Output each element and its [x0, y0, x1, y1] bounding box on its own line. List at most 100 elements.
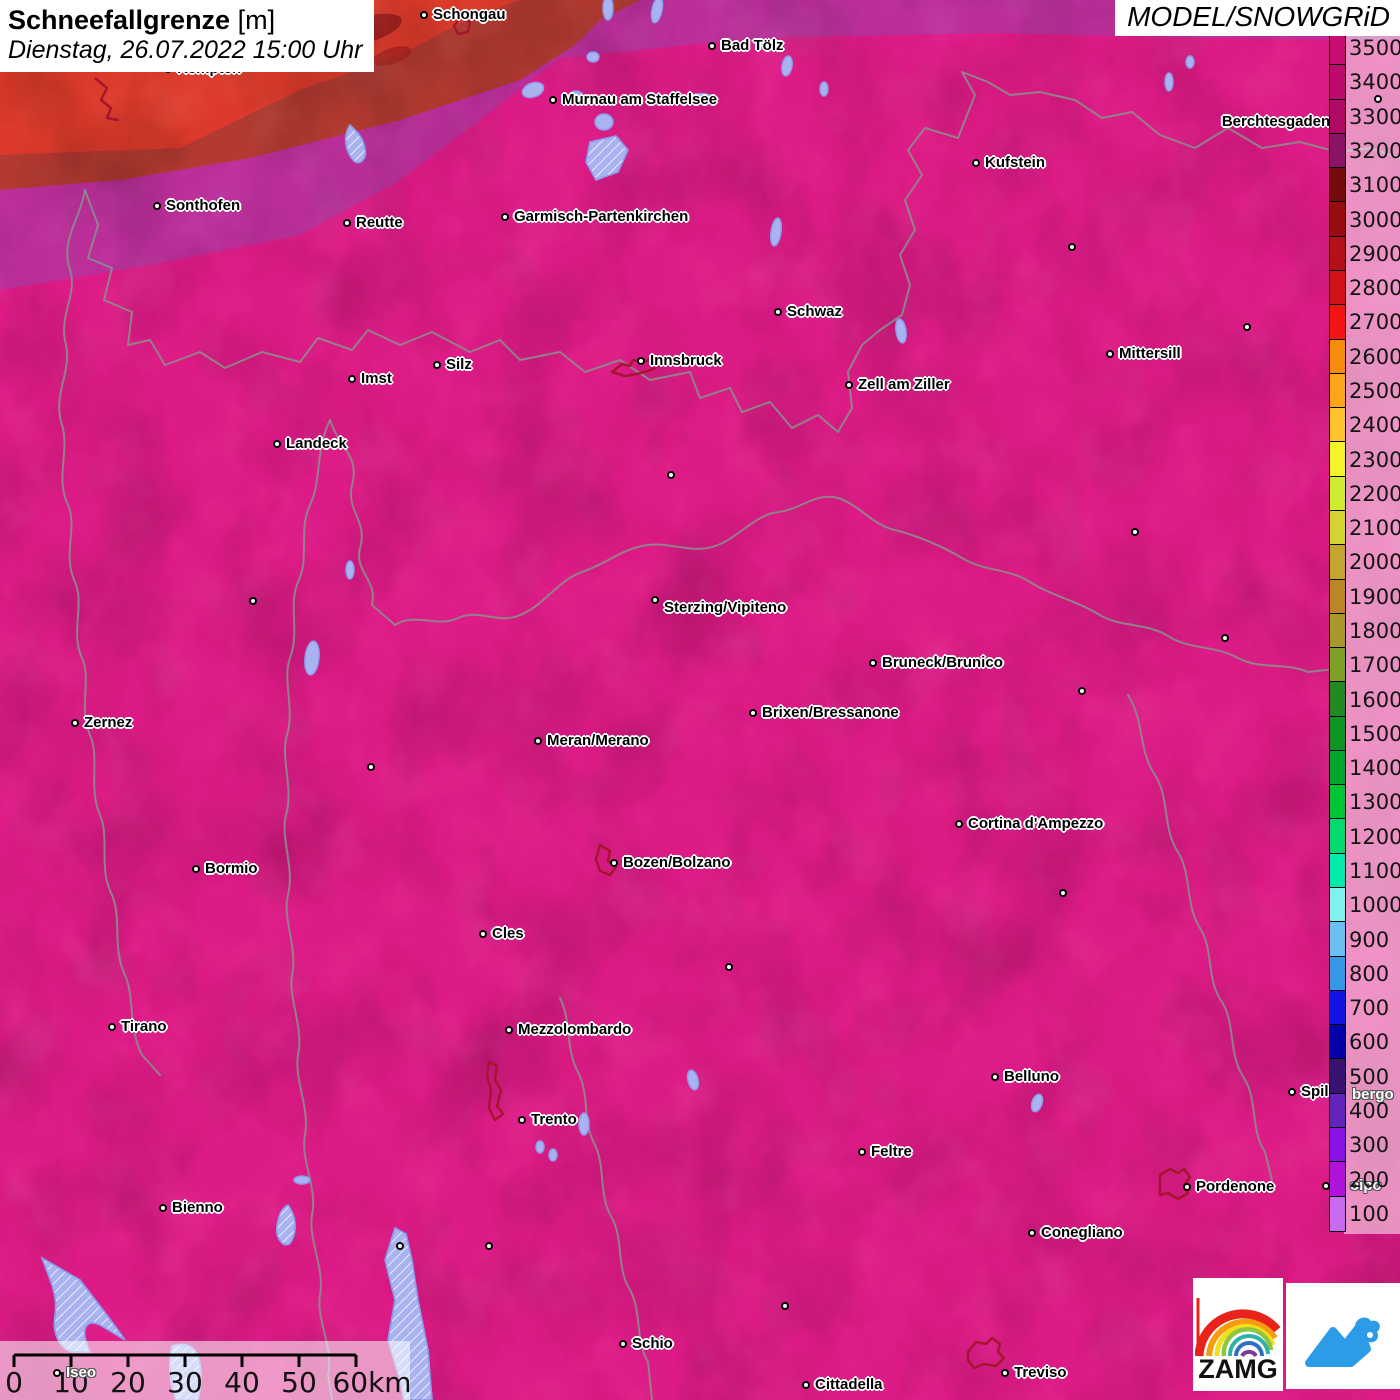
city-dot: [108, 1023, 116, 1031]
colorbar-cell-400: [1330, 1093, 1345, 1128]
city-dot: [505, 1026, 513, 1034]
scalebar-label-0: 0: [5, 1366, 23, 1399]
city-label: Conegliano: [1041, 1223, 1123, 1241]
city-label: Feltre: [871, 1142, 912, 1160]
colorbar-tick-2000: 2000: [1349, 550, 1400, 575]
colorbar-tick-2100: 2100: [1349, 516, 1400, 541]
city-dot: [619, 1340, 627, 1348]
colorbar-cell-2500: [1330, 373, 1345, 409]
city-label: Spili: [1301, 1082, 1333, 1100]
colorbar-tick-2400: 2400: [1349, 413, 1400, 438]
colorbar-cell-1700: [1330, 648, 1345, 683]
city-dot: [774, 308, 782, 316]
colorbar-tick-3300: 3300: [1349, 104, 1400, 129]
city-dot: [637, 357, 645, 365]
city-label: Meran/Merano: [547, 731, 649, 749]
colorbar-cell-600: [1330, 1025, 1345, 1060]
city-dot: [367, 763, 375, 771]
city-label: Cortina d'Ampezzo: [968, 814, 1104, 832]
colorbar-cell-200: [1330, 1162, 1345, 1197]
colorbar-cell-500: [1330, 1059, 1345, 1094]
colorbar-cell-2600: [1330, 339, 1345, 374]
city-label: Schwaz: [787, 302, 843, 320]
city-label: Bozen/Bolzano: [623, 853, 731, 871]
colorbar-tick-2500: 2500: [1349, 379, 1400, 403]
colorbar-tick-1400: 1400: [1349, 756, 1400, 781]
city-label: Reutte: [356, 213, 403, 231]
scalebar-label-30: 30: [167, 1366, 203, 1399]
city-label: Imst: [361, 369, 392, 387]
colorbar-cell-2400: [1330, 408, 1345, 443]
colorbar-cell-3300: [1330, 99, 1345, 134]
city-dot: [549, 96, 557, 104]
city-label: Murnau am Staffelsee: [562, 90, 718, 108]
city-dot: [667, 471, 675, 479]
colorbar-tick-700: 700: [1349, 996, 1390, 1021]
colorbar-cell-3000: [1330, 202, 1345, 237]
colorbar-cell-2300: [1330, 442, 1345, 477]
colorbar-tick-3000: 3000: [1349, 207, 1400, 232]
city-label: Trento: [531, 1110, 577, 1128]
city-label: Berchtesgaden: [1221, 112, 1331, 130]
city-dot: [159, 1204, 167, 1212]
city-label: Brixen/Bressanone: [762, 703, 899, 721]
city-dot: [501, 213, 509, 221]
city-dot: [1059, 889, 1067, 897]
colorbar-tick-300: 300: [1349, 1133, 1390, 1158]
title-name: Schneefallgrenze: [8, 5, 231, 35]
city-label: Belluno: [1004, 1067, 1059, 1085]
city-dot: [749, 709, 757, 717]
colorbar-tick-1300: 1300: [1349, 790, 1400, 815]
scalebar-label-60km: 60km: [332, 1366, 412, 1399]
scalebar-label-20: 20: [110, 1366, 146, 1399]
colorbar-cell-2100: [1330, 510, 1345, 546]
city-dot: [534, 737, 542, 745]
colorbar-tick-2200: 2200: [1349, 481, 1400, 506]
city-label: Iseo: [66, 1363, 97, 1381]
colorbar-tick-2800: 2800: [1349, 276, 1400, 301]
colorbar-cell-2700: [1330, 305, 1345, 340]
colorbar-tick-1700: 1700: [1349, 653, 1400, 678]
city-label: Landeck: [286, 434, 347, 452]
colorbar-tick-1000: 1000: [1349, 893, 1400, 918]
city-label: Zell am Ziller: [858, 375, 950, 393]
city-dot: [1131, 528, 1139, 536]
colorbar-cell-1900: [1330, 579, 1345, 614]
city-dot: [518, 1116, 526, 1124]
zamg-rainbow-icon: [1195, 1298, 1281, 1358]
colorbar-cell-100: [1330, 1196, 1345, 1231]
zamg-wordmark: ZAMG: [1198, 1354, 1278, 1384]
city-dot: [1183, 1183, 1191, 1191]
colorbar-tick-2700: 2700: [1349, 310, 1400, 335]
city-dot: [420, 11, 428, 19]
colorbar-cell-1800: [1330, 613, 1345, 649]
colorbar-cell-1400: [1330, 750, 1345, 786]
colorbar-tick-1100: 1100: [1349, 859, 1400, 883]
city-dot: [348, 375, 356, 383]
colorbar-tick-2900: 2900: [1349, 241, 1400, 266]
city-dot: [1106, 350, 1114, 358]
colorbar-tick-1900: 1900: [1349, 584, 1400, 609]
city-dot: [153, 202, 161, 210]
city-label: Silz: [446, 355, 472, 373]
city-dot: [249, 597, 257, 605]
city-dot: [485, 1242, 493, 1250]
city-dot: [991, 1073, 999, 1081]
zamg-logo: ZAMG: [1193, 1278, 1283, 1391]
city-dot: [802, 1381, 810, 1389]
colorbar-cell-800: [1330, 956, 1345, 991]
snowgrid-map-screenshot: SchongauBad TölzKemptenMurnau am Staffel…: [0, 0, 1400, 1400]
city-dot: [71, 719, 79, 727]
scalebar-label-50: 50: [281, 1366, 317, 1399]
city-label: Bormio: [205, 859, 258, 877]
colorbar-cell-2800: [1330, 270, 1345, 306]
colorbar-tick-1600: 1600: [1349, 687, 1400, 712]
city-dot: [845, 381, 853, 389]
city-label: Innsbruck: [650, 351, 722, 369]
colorbar-labels: 3500 3400 3300 3200 3100 3000 2900 2800 2700 2600…: [1349, 30, 1400, 1232]
city-dot: [708, 42, 716, 50]
city-label: Sonthofen: [166, 196, 241, 214]
colorbar-cell-1100: [1330, 853, 1345, 889]
colorbar-tick-2600: 2600: [1349, 344, 1400, 369]
city-dot: [396, 1242, 404, 1250]
